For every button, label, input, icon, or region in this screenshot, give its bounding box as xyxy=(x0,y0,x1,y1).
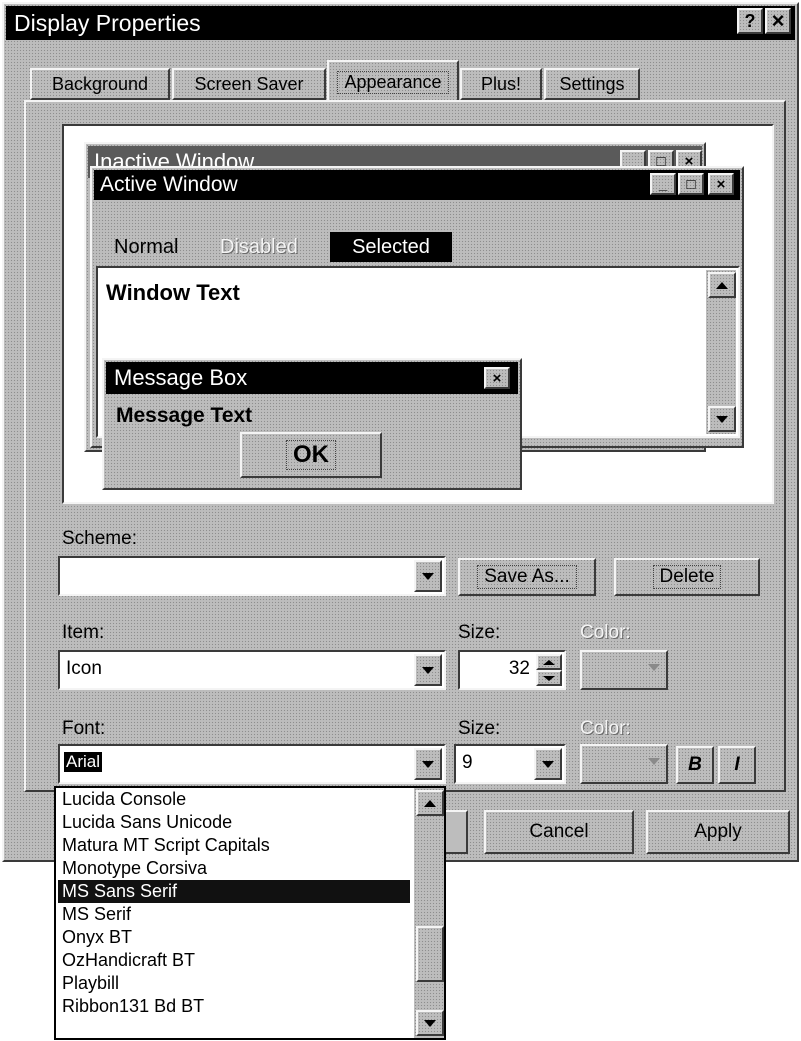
spin-up-button[interactable] xyxy=(536,654,562,670)
chevron-down-icon xyxy=(424,1019,436,1027)
cancel-label: Cancel xyxy=(529,821,589,842)
menu-selected: Selected xyxy=(330,232,452,262)
font-size-select[interactable]: 9 xyxy=(454,744,566,784)
tab-screen-saver[interactable]: Screen Saver xyxy=(172,68,326,100)
window-text: Window Text xyxy=(106,280,240,305)
font-list-item[interactable]: Matura MT Script Capitals xyxy=(58,834,410,857)
font-list-scroll-thumb[interactable] xyxy=(416,926,444,982)
item-value: Icon xyxy=(66,658,102,679)
font-color-button[interactable] xyxy=(580,744,668,784)
scheme-label: Scheme: xyxy=(62,528,137,549)
chevron-down-icon xyxy=(422,572,434,580)
font-color-label: Color: xyxy=(580,718,631,739)
apply-button[interactable]: Apply xyxy=(646,810,790,854)
cancel-button[interactable]: Cancel xyxy=(484,810,634,854)
font-list-scrollbar[interactable] xyxy=(414,788,444,1038)
tab-label: Settings xyxy=(559,73,625,94)
menu-normal: Normal xyxy=(114,236,179,258)
chevron-down-icon xyxy=(422,760,434,768)
chevron-up-icon xyxy=(716,281,728,289)
ok-label: OK xyxy=(286,440,336,470)
font-list-item[interactable]: Onyx BT xyxy=(58,926,410,949)
font-list-item[interactable]: Lucida Console xyxy=(58,788,410,811)
item-color-button[interactable] xyxy=(580,650,668,690)
scheme-select[interactable] xyxy=(58,556,446,596)
font-size-value: 9 xyxy=(462,752,473,773)
chevron-down-icon xyxy=(648,758,660,765)
tab-plus[interactable]: Plus! xyxy=(460,68,542,100)
spin-down-button[interactable] xyxy=(536,670,562,686)
chevron-down-icon xyxy=(542,760,554,768)
font-label: Font: xyxy=(62,718,106,739)
font-list-item[interactable]: OzHandicraft BT xyxy=(58,949,410,972)
item-size-value: 32 xyxy=(508,658,530,679)
item-select[interactable]: Icon xyxy=(58,650,446,690)
save-as-button[interactable]: Save As... xyxy=(458,558,596,596)
tab-label: Screen Saver xyxy=(194,73,304,94)
chevron-down-icon xyxy=(422,666,434,674)
item-dropdown-button[interactable] xyxy=(414,654,442,686)
tab-label: Appearance xyxy=(337,70,449,94)
maximize-icon: □ xyxy=(678,173,704,195)
chevron-down-icon xyxy=(648,664,660,671)
bold-icon: B xyxy=(688,754,702,775)
italic-button[interactable]: I xyxy=(718,746,756,784)
close-icon: × xyxy=(708,173,734,195)
minimize-icon: _ xyxy=(650,173,676,195)
close-icon: × xyxy=(771,8,785,33)
font-list-item[interactable]: Lucida Sans Unicode xyxy=(58,811,410,834)
chevron-up-icon xyxy=(424,799,436,807)
tab-label: Plus! xyxy=(480,73,522,94)
font-list-item[interactable]: MS Serif xyxy=(58,903,410,926)
font-list-item[interactable]: Monotype Corsiva xyxy=(58,857,410,880)
help-button[interactable]: ? xyxy=(737,8,763,34)
item-color-label: Color: xyxy=(580,622,631,643)
item-size-label: Size: xyxy=(458,622,501,643)
delete-label: Delete xyxy=(652,565,722,589)
font-list-scroll-up[interactable] xyxy=(416,790,444,816)
italic-icon: I xyxy=(734,754,740,775)
menu-selected-label: Selected xyxy=(352,236,430,258)
message-box-title: Message Box xyxy=(114,365,248,390)
scroll-up-button[interactable] xyxy=(708,272,736,298)
tab-label: Background xyxy=(51,73,149,94)
save-as-label: Save As... xyxy=(477,565,577,589)
tab-appearance[interactable]: Appearance xyxy=(327,60,459,102)
chevron-up-icon xyxy=(543,659,555,665)
item-label: Item: xyxy=(62,622,105,643)
ok-button[interactable]: OK xyxy=(240,432,382,478)
message-text: Message Text xyxy=(116,404,253,427)
font-size-dropdown-button[interactable] xyxy=(534,748,562,780)
apply-label: Apply xyxy=(694,821,742,842)
font-value: Arial xyxy=(64,752,103,772)
chevron-down-icon xyxy=(543,675,555,681)
tab-background[interactable]: Background xyxy=(30,68,170,100)
font-list-scroll-down[interactable] xyxy=(416,1010,444,1036)
tab-settings[interactable]: Settings xyxy=(544,68,640,100)
font-select[interactable]: Arial xyxy=(58,744,446,784)
bold-button[interactable]: B xyxy=(676,746,714,784)
font-dropdown-button[interactable] xyxy=(414,748,442,780)
font-list-item[interactable]: Ribbon131 Bd BT xyxy=(58,995,410,1018)
item-size-spinner[interactable]: 32 xyxy=(458,650,566,690)
delete-button[interactable]: Delete xyxy=(614,558,760,596)
font-list-item-selected[interactable]: MS Sans Serif xyxy=(58,880,410,903)
scroll-down-button[interactable] xyxy=(708,406,736,432)
font-list-item[interactable]: Playbill xyxy=(58,972,410,995)
menu-disabled: Disabled xyxy=(220,236,298,258)
close-button[interactable]: × xyxy=(765,8,791,34)
window-title: Display Properties xyxy=(14,10,201,36)
chevron-down-icon xyxy=(716,415,728,423)
active-window-title: Active Window xyxy=(100,173,238,196)
scheme-dropdown-button[interactable] xyxy=(414,560,442,592)
help-icon: ? xyxy=(744,10,756,31)
font-size-label: Size: xyxy=(458,718,501,739)
close-icon: × xyxy=(484,367,510,389)
